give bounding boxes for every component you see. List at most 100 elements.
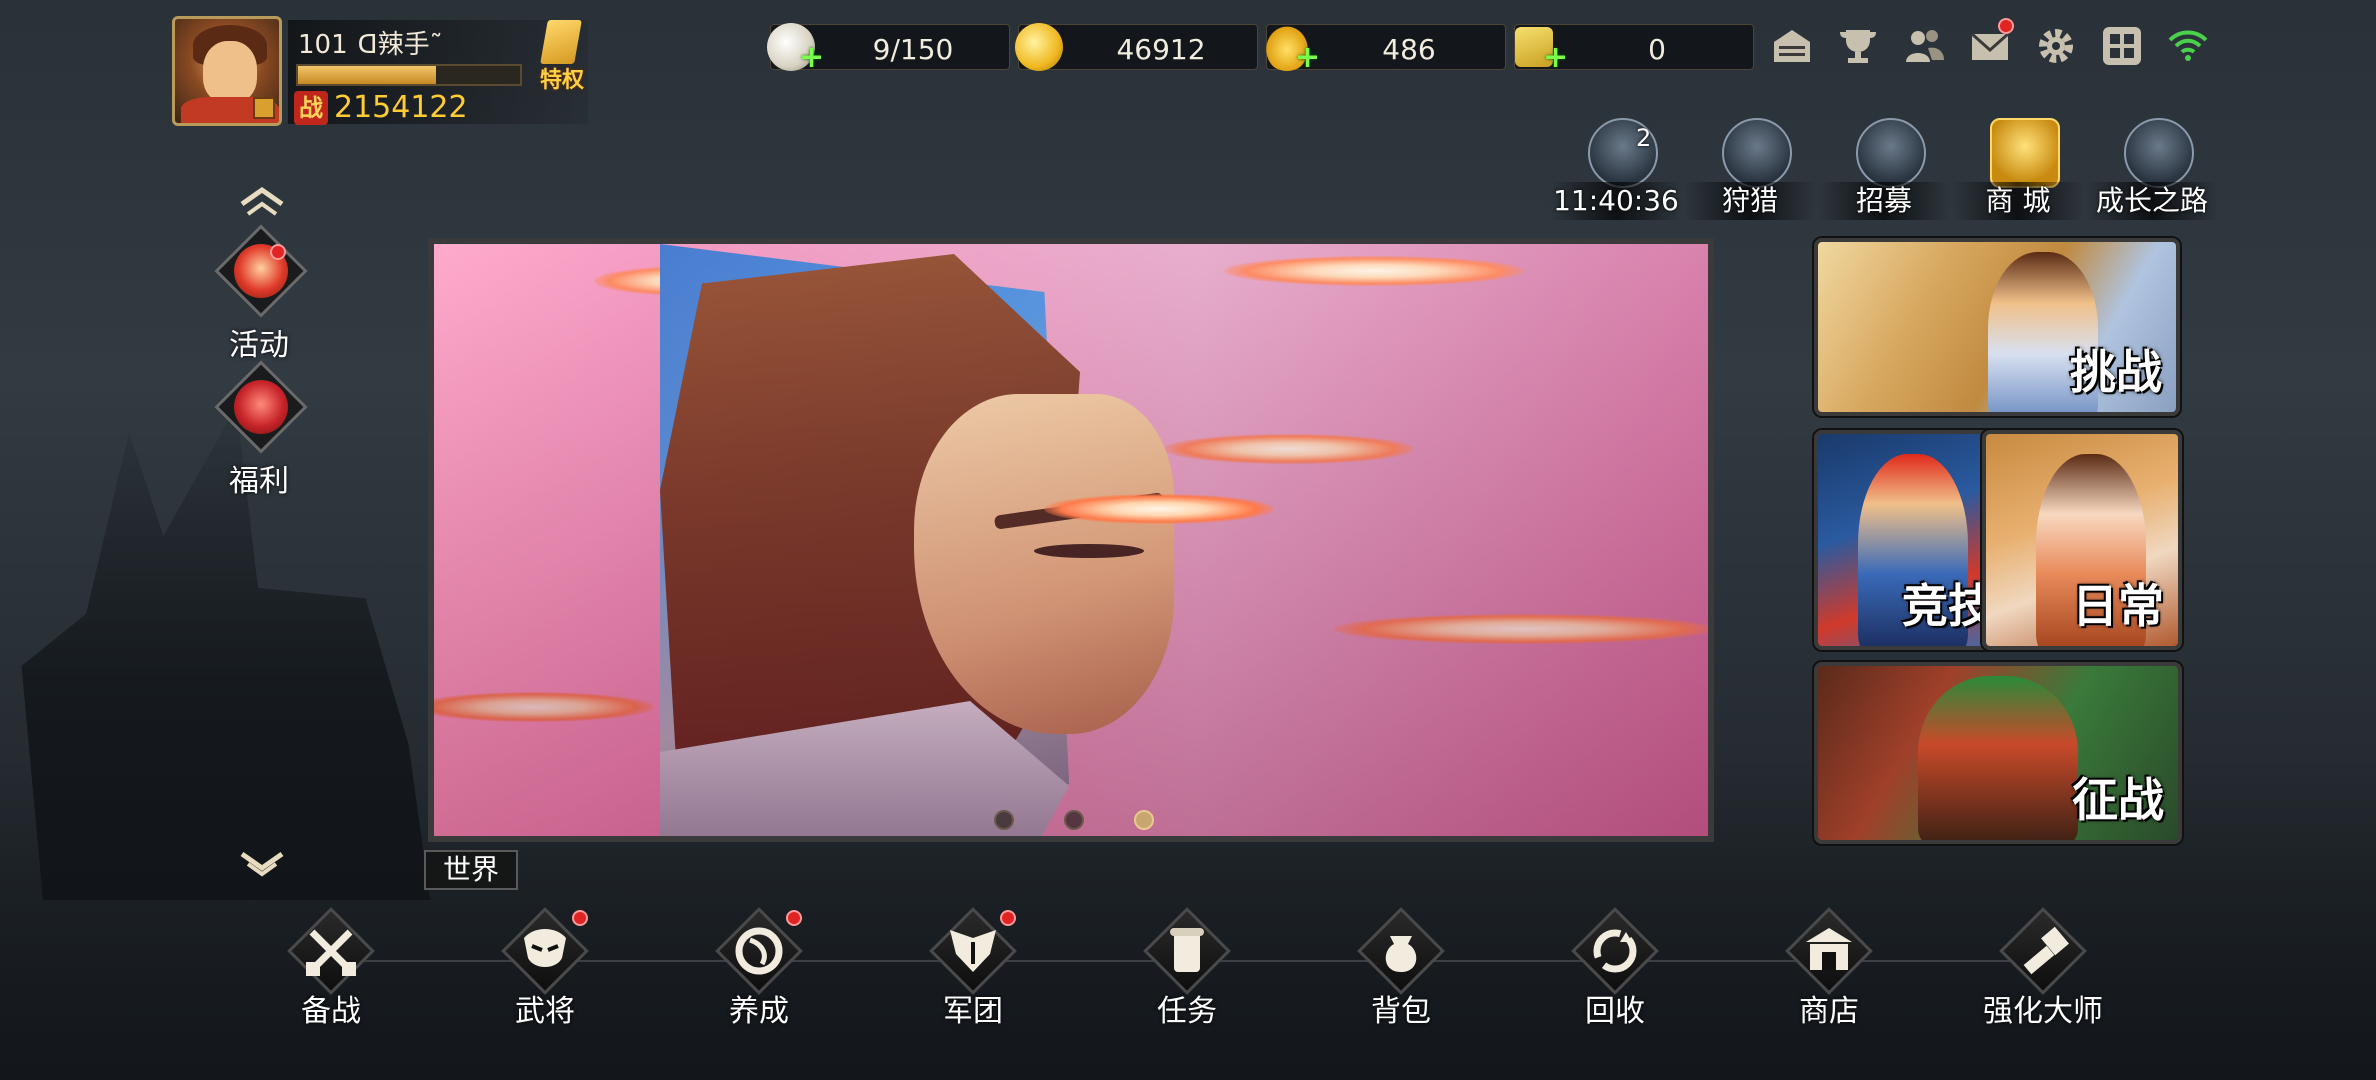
banner-page-dot[interactable] — [1064, 810, 1084, 830]
exp-bar — [296, 64, 522, 86]
feature-recruit-label: 招募 — [1818, 182, 1950, 220]
bow-icon — [1722, 118, 1792, 188]
resource-bar: + 9/150 46912 + 486 + 0 — [767, 23, 1754, 73]
player-level-name: 101 ꓷ辣手˜ — [298, 24, 443, 61]
banner-page-dot[interactable] — [994, 810, 1014, 830]
warrior-helmet-icon — [2124, 118, 2194, 188]
banner-page-dots — [994, 810, 1154, 830]
banner-page-dot[interactable] — [1134, 810, 1154, 830]
bottom-menu-label: 强化大师 — [1983, 994, 2103, 1029]
bottom-menu-label: 回收 — [1585, 994, 1645, 1029]
combat-power-value: 2154122 — [334, 90, 468, 125]
grid-menu-icon[interactable] — [2096, 20, 2148, 72]
bottom-menu-recycle[interactable]: 回收 — [1550, 907, 1680, 1030]
resource-stamina-value: 9/150 — [872, 33, 954, 66]
bottom-menu-bag[interactable]: 背包 — [1336, 907, 1466, 1030]
bottom-menu-legion[interactable]: 军团 — [908, 907, 1038, 1030]
mail-icon[interactable] — [1964, 18, 2016, 72]
privilege-card-icon — [540, 20, 582, 64]
bottom-menu-shop[interactable]: 商店 — [1764, 907, 1894, 1030]
bottom-menu-label: 商店 — [1799, 994, 1859, 1029]
shop-icon — [1806, 928, 1852, 970]
winged-crest-icon — [950, 930, 996, 972]
scroll-icon — [1170, 928, 1204, 972]
arena-label: 竞技 — [1902, 579, 1994, 633]
legion-notification-dot — [1000, 910, 1016, 926]
resource-ticket-value: 0 — [1648, 33, 1666, 66]
feature-mall[interactable]: 商 城 — [1952, 114, 2084, 224]
dragon-icon — [1856, 118, 1926, 188]
feature-recruit[interactable]: 招募 — [1818, 114, 1950, 224]
gear-icon[interactable] — [2030, 20, 2082, 72]
battle-power-icon: 战 — [294, 90, 328, 125]
player-panel: 101 ꓷ辣手˜ 战 2154122 特权 — [172, 16, 592, 128]
resource-coin[interactable]: 46912 — [1015, 23, 1258, 71]
daily-label: 日常 — [2072, 579, 2164, 633]
cultivate-notification-dot — [786, 910, 802, 926]
bottom-menu-label: 备战 — [301, 994, 361, 1029]
crossed-swords-icon — [306, 929, 356, 976]
welfare-button[interactable]: 福利 — [204, 360, 314, 499]
bottom-menu-label: 军团 — [943, 994, 1003, 1029]
activity-notification-dot — [270, 244, 286, 260]
bottom-menu-cultivate[interactable]: 养成 — [694, 907, 824, 1030]
privilege-button[interactable]: 特权 — [532, 20, 590, 93]
chest-timer: 11:40:36 — [1550, 182, 1682, 220]
campaign-label: 征战 — [2072, 773, 2164, 827]
banner-hero-art — [660, 244, 1070, 836]
challenge-label: 挑战 — [2070, 345, 2162, 399]
gold-coin-icon — [1015, 23, 1063, 71]
daily-card[interactable]: 日常 — [1982, 430, 2182, 650]
demon-mask-icon — [524, 929, 566, 967]
bookshelf-icon[interactable] — [1766, 20, 1818, 72]
top-toolbar — [1766, 18, 2214, 72]
bottom-menu-enhance[interactable]: 强化大师 — [1978, 907, 2108, 1030]
campaign-card[interactable]: 征战 — [1814, 662, 2182, 844]
gift-box-icon — [234, 380, 288, 434]
player-name: ꓷ辣手˜ — [357, 30, 443, 60]
generals-notification-dot — [572, 910, 588, 926]
chest-count-badge: 2 — [1636, 124, 1652, 152]
feature-growth[interactable]: 成长之路 — [2086, 114, 2218, 224]
bottom-menu-prepare[interactable]: 备战 — [266, 907, 396, 1030]
welfare-label: 福利 — [229, 464, 289, 499]
resource-ingot[interactable]: + 486 — [1263, 23, 1506, 73]
friends-icon[interactable] — [1898, 20, 1950, 72]
promo-banner[interactable] — [428, 238, 1714, 842]
activity-button[interactable]: 活动 — [204, 224, 314, 363]
player-avatar[interactable] — [172, 16, 282, 126]
add-ticket-icon[interactable]: + — [1543, 43, 1568, 73]
feature-mall-label: 商 城 — [1952, 182, 2084, 220]
trophy-icon[interactable] — [1832, 20, 1884, 72]
activity-label: 活动 — [229, 328, 289, 363]
feature-chest[interactable]: 2 11:40:36 — [1550, 114, 1682, 224]
feature-row: 2 11:40:36 狩猎 招募 商 城 成长之路 — [1550, 114, 2218, 224]
bottom-menu-label: 任务 — [1157, 994, 1217, 1029]
palace-icon — [1990, 118, 2060, 188]
combat-power: 战 2154122 — [294, 90, 468, 125]
avatar-rank-badge — [253, 97, 275, 119]
add-stamina-icon[interactable]: + — [799, 43, 824, 73]
resource-ticket[interactable]: + 0 — [1514, 24, 1754, 73]
recycle-icon — [1593, 929, 1637, 973]
bottom-menu-generals[interactable]: 武将 — [480, 907, 610, 1030]
scroll-down-arrow[interactable] — [234, 848, 290, 882]
bottom-menu-quests[interactable]: 任务 — [1122, 907, 1252, 1030]
pouch-icon — [1385, 936, 1417, 972]
mail-notification-dot — [1998, 18, 2014, 34]
hammer-icon — [2023, 926, 2069, 975]
bottom-menu-label: 武将 — [515, 994, 575, 1029]
add-ingot-icon[interactable]: + — [1295, 43, 1320, 73]
feature-hunt[interactable]: 狩猎 — [1684, 114, 1816, 224]
bottom-menu-label: 背包 — [1371, 994, 1431, 1029]
feature-hunt-label: 狩猎 — [1684, 182, 1816, 220]
wifi-icon — [2162, 20, 2214, 72]
world-chat-tab[interactable]: 世界 — [424, 850, 518, 890]
bottom-menu-label: 养成 — [729, 994, 789, 1029]
exp-bar-fill — [298, 66, 436, 84]
challenge-card[interactable]: 挑战 — [1814, 238, 2180, 416]
scroll-up-arrow[interactable] — [234, 184, 290, 218]
resource-stamina[interactable]: + 9/150 — [767, 23, 1010, 73]
dragon-scroll-icon — [735, 927, 783, 975]
resource-coin-value: 46912 — [1116, 33, 1206, 66]
